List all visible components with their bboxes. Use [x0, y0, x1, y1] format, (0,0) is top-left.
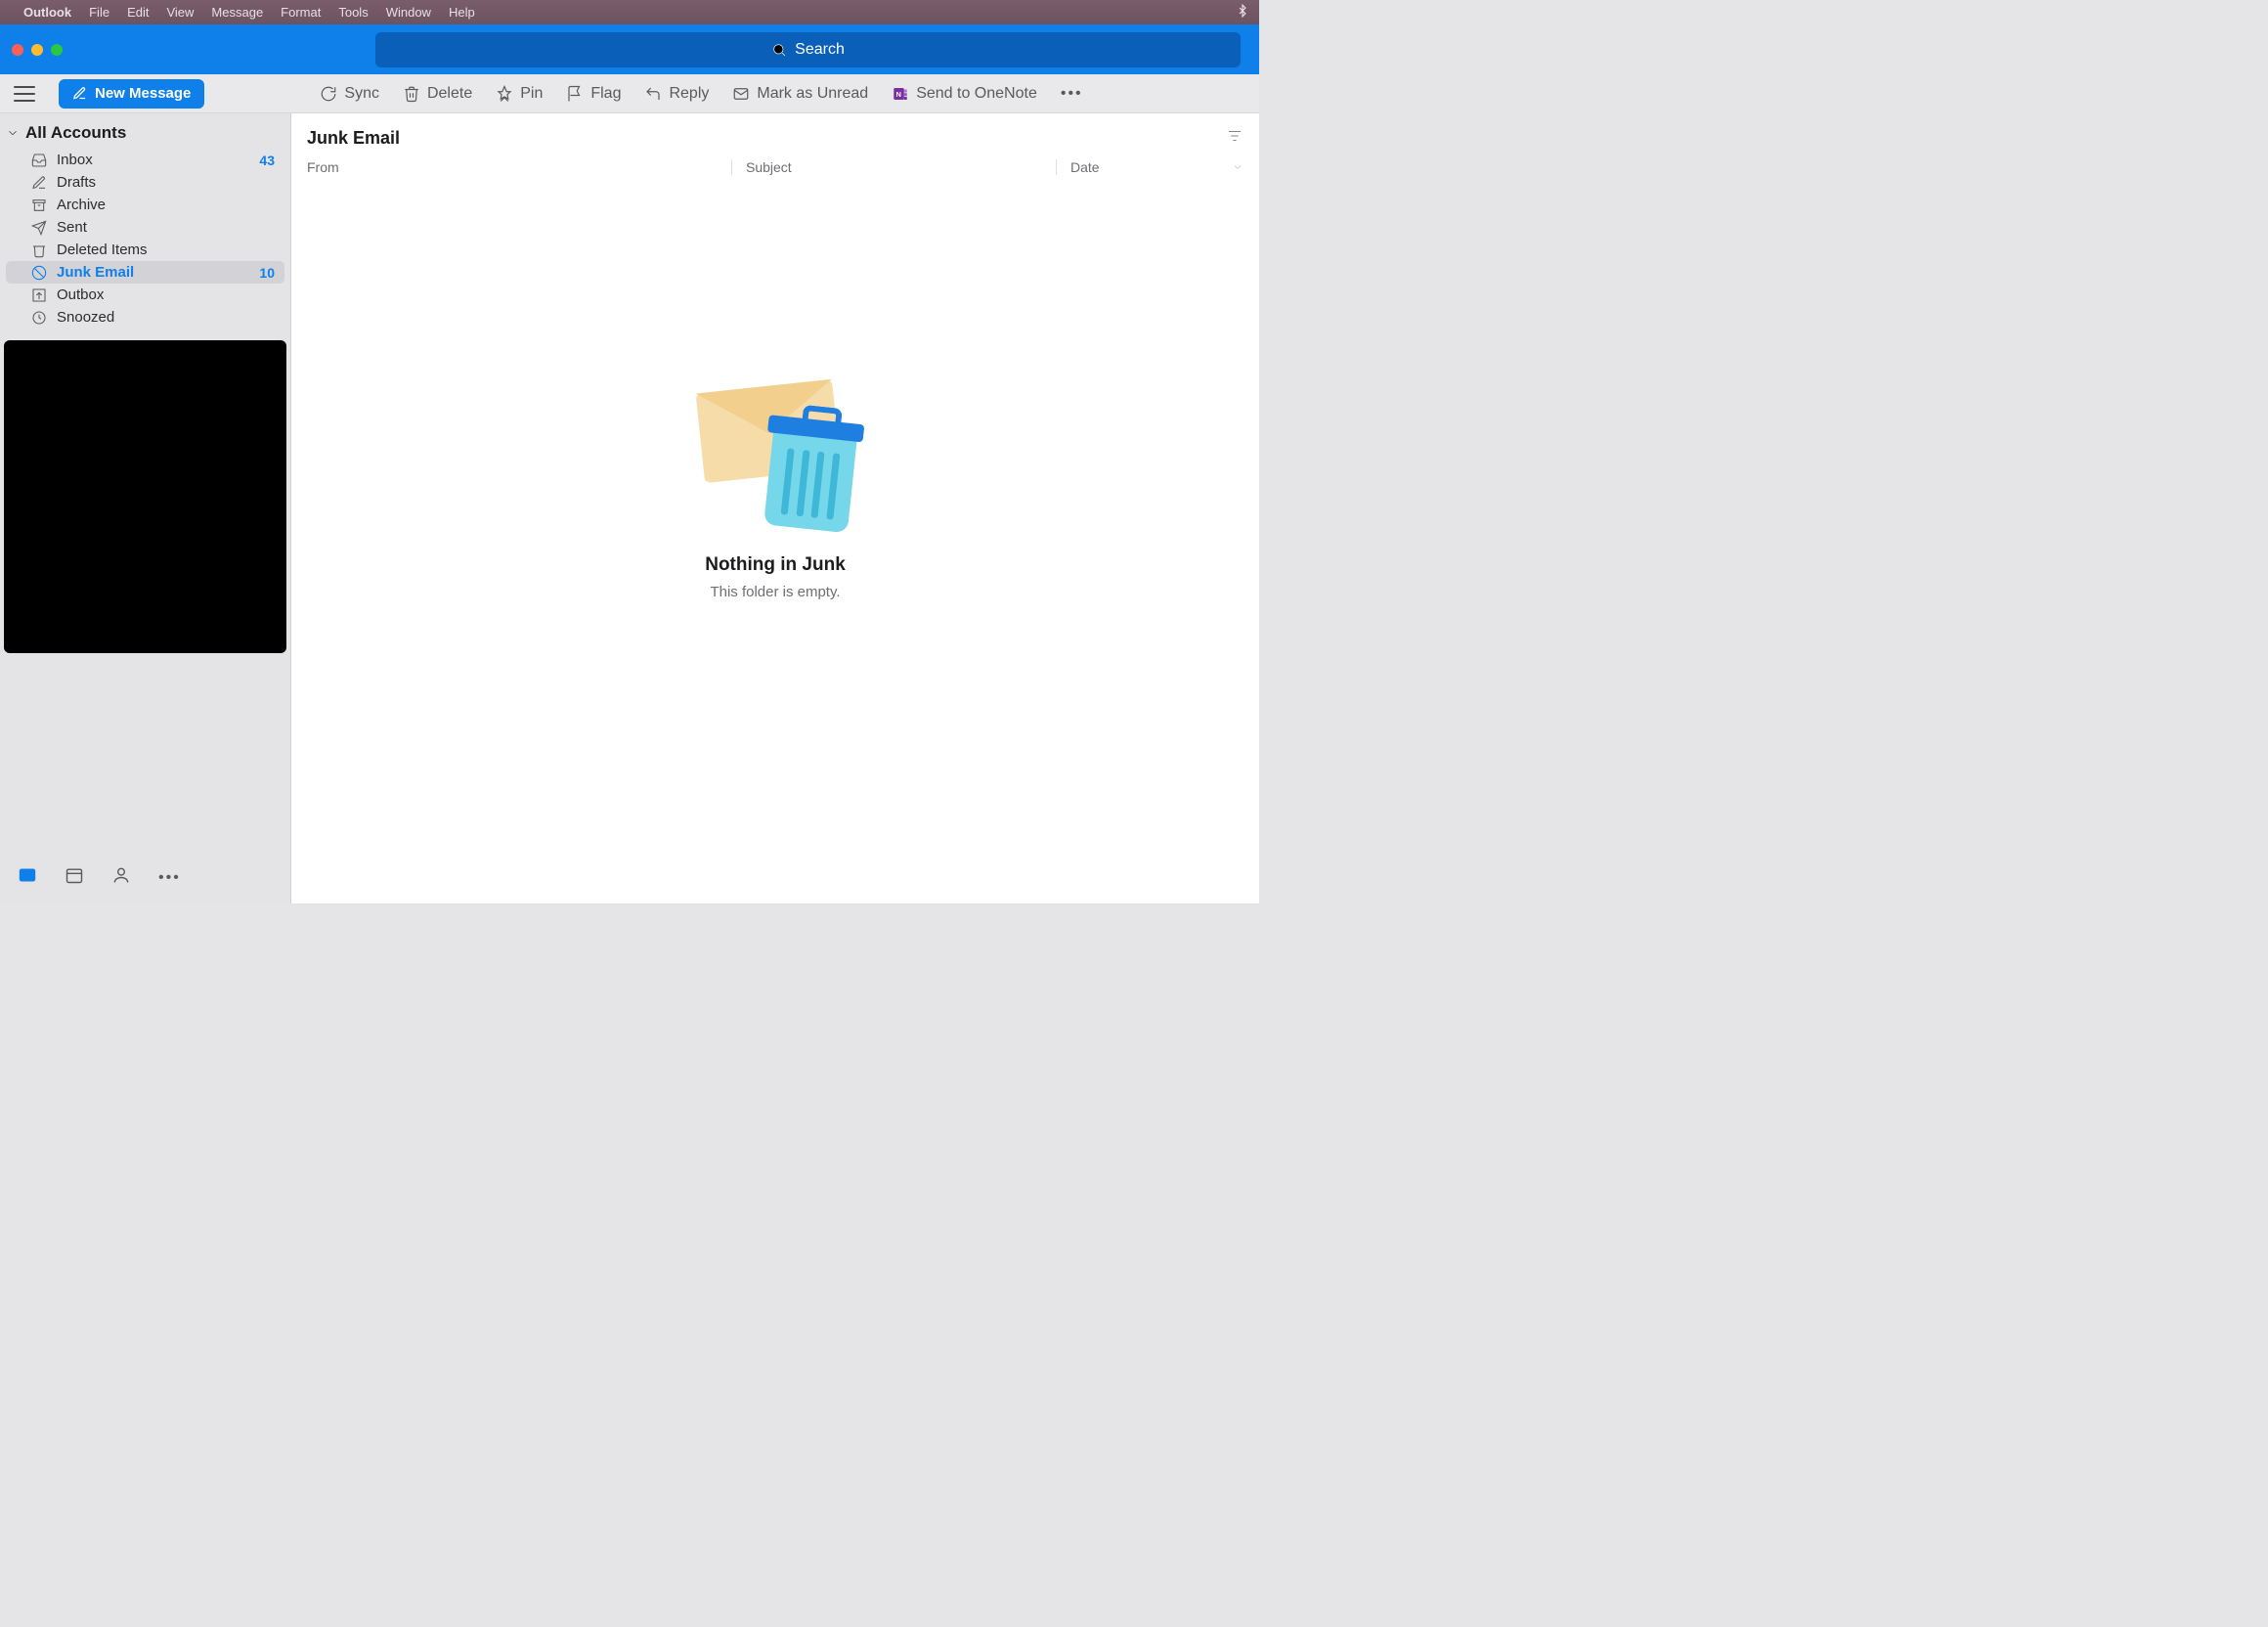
folder-outbox[interactable]: Outbox — [6, 284, 284, 306]
sync-icon — [320, 85, 337, 103]
clock-icon — [31, 310, 47, 326]
folder-drafts[interactable]: Drafts — [6, 171, 284, 194]
toolbar-overflow-button[interactable]: ••• — [1061, 85, 1083, 103]
inbox-icon — [31, 153, 47, 168]
folder-label: Junk Email — [57, 264, 134, 281]
folder-label: Archive — [57, 197, 106, 213]
nav-calendar-button[interactable] — [65, 865, 84, 890]
flag-icon — [566, 85, 584, 103]
svg-text:N: N — [896, 90, 901, 99]
search-icon — [771, 42, 787, 58]
menu-window[interactable]: Window — [386, 5, 431, 20]
reply-button[interactable]: Reply — [644, 85, 709, 103]
empty-state: Nothing in Junk This folder is empty. — [291, 124, 1259, 845]
archive-icon — [31, 198, 47, 213]
folder-inbox[interactable]: Inbox 43 — [6, 149, 284, 171]
sidebar: All Accounts Inbox 43 Drafts Archive — [0, 113, 291, 903]
trash-icon — [31, 242, 47, 258]
toolbar: New Message Sync Delete Pin Flag Reply M… — [0, 74, 1259, 113]
flag-button[interactable]: Flag — [566, 85, 621, 103]
window-zoom-button[interactable] — [51, 44, 63, 56]
search-placeholder: Search — [795, 41, 845, 59]
content-pane: Junk Email From Subject Date — [291, 113, 1259, 903]
empty-body: This folder is empty. — [710, 584, 840, 600]
drafts-icon — [31, 175, 47, 191]
folder-count: 43 — [259, 153, 275, 168]
window-close-button[interactable] — [12, 44, 23, 56]
search-input[interactable]: Search — [375, 32, 1241, 67]
window-controls — [12, 44, 63, 56]
pin-icon — [496, 85, 513, 103]
folder-snoozed[interactable]: Snoozed — [6, 306, 284, 329]
folder-label: Sent — [57, 219, 87, 236]
menu-format[interactable]: Format — [281, 5, 321, 20]
reply-label: Reply — [669, 85, 709, 103]
bluetooth-icon[interactable] — [1236, 4, 1249, 21]
mail-unread-icon — [732, 85, 750, 103]
folder-deleted[interactable]: Deleted Items — [6, 239, 284, 261]
macos-menubar: Outlook File Edit View Message Format To… — [0, 0, 1259, 24]
folder-label: Outbox — [57, 286, 104, 303]
all-accounts-header[interactable]: All Accounts — [0, 113, 290, 149]
menu-file[interactable]: File — [89, 5, 109, 20]
send-to-onenote-label: Send to OneNote — [916, 85, 1037, 103]
all-accounts-label: All Accounts — [25, 123, 126, 143]
nav-more-button[interactable]: ••• — [158, 869, 181, 887]
menu-message[interactable]: Message — [211, 5, 263, 20]
pin-label: Pin — [520, 85, 543, 103]
menu-help[interactable]: Help — [449, 5, 475, 20]
outbox-icon — [31, 287, 47, 303]
junk-icon — [31, 265, 47, 281]
mark-unread-button[interactable]: Mark as Unread — [732, 85, 868, 103]
new-message-button[interactable]: New Message — [59, 79, 204, 109]
sidebar-preview-panel — [4, 340, 286, 653]
folder-archive[interactable]: Archive — [6, 194, 284, 216]
send-to-onenote-button[interactable]: N Send to OneNote — [892, 85, 1037, 103]
delete-label: Delete — [427, 85, 472, 103]
pin-button[interactable]: Pin — [496, 85, 543, 103]
empty-junk-illustration — [692, 369, 858, 535]
window-titlebar: Search — [0, 24, 1259, 74]
onenote-icon: N — [892, 85, 909, 103]
trash-icon — [403, 85, 420, 103]
chevron-down-icon — [6, 126, 20, 140]
menu-view[interactable]: View — [166, 5, 194, 20]
reply-icon — [644, 85, 662, 103]
empty-title: Nothing in Junk — [705, 554, 846, 576]
sent-icon — [31, 220, 47, 236]
folder-junk[interactable]: Junk Email 10 — [6, 261, 284, 284]
folder-count: 10 — [259, 265, 275, 281]
folder-label: Snoozed — [57, 309, 114, 326]
folder-label: Drafts — [57, 174, 96, 191]
sync-label: Sync — [344, 85, 379, 103]
folder-list: Inbox 43 Drafts Archive Sent — [0, 149, 290, 329]
toggle-sidebar-button[interactable] — [14, 86, 35, 102]
folder-label: Deleted Items — [57, 242, 148, 258]
menu-app[interactable]: Outlook — [23, 5, 71, 20]
delete-button[interactable]: Delete — [403, 85, 472, 103]
new-message-label: New Message — [95, 85, 191, 102]
nav-mail-button[interactable] — [18, 865, 37, 890]
menu-tools[interactable]: Tools — [338, 5, 368, 20]
sidebar-nav-switcher: ••• — [0, 852, 290, 903]
nav-people-button[interactable] — [111, 865, 131, 890]
flag-label: Flag — [590, 85, 621, 103]
folder-label: Inbox — [57, 152, 93, 168]
folder-sent[interactable]: Sent — [6, 216, 284, 239]
window-minimize-button[interactable] — [31, 44, 43, 56]
mark-unread-label: Mark as Unread — [757, 85, 868, 103]
compose-icon — [72, 86, 87, 101]
sync-button[interactable]: Sync — [320, 85, 379, 103]
menu-edit[interactable]: Edit — [127, 5, 149, 20]
